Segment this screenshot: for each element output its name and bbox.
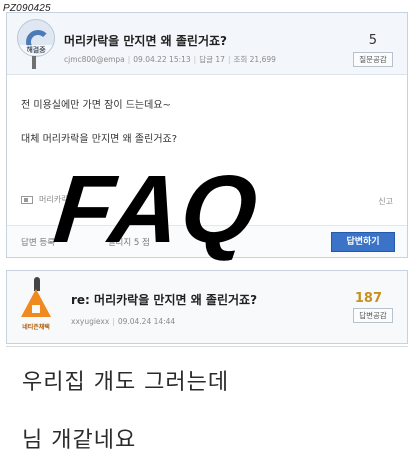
question-title[interactable]: 머리카락을 만지면 왜 졸린거죠?	[64, 32, 227, 49]
question-body-line: 전 미용실에만 가면 잠이 드는데요~	[21, 100, 171, 111]
answer-vote-count: 187	[354, 291, 382, 306]
answer-date: 09.04.24 14:44	[117, 317, 176, 326]
answer-body: 우리집 개도 그러는데 님 개같네요	[22, 370, 229, 474]
avatar-stand-icon	[32, 56, 36, 69]
badge-label: 네티즌채택	[22, 324, 50, 331]
question-views: 조회 21,699	[233, 55, 276, 64]
answer-meta: xxyugiexx | 09.04.24 14:44	[71, 317, 176, 326]
avatar[interactable]: 해결중	[17, 19, 55, 57]
question-body-line: 대체 머리카락을 만지면 왜 졸린거죠?	[21, 134, 178, 145]
netizen-pick-badge: 네티즌채택	[21, 277, 51, 339]
question-vote-count: 5	[368, 33, 377, 48]
faq-overlay-text: FAQ	[49, 156, 265, 263]
question-answer-count: 답글 17	[199, 55, 225, 64]
avatar-label: 해결중	[18, 45, 54, 55]
question-author[interactable]: cjmc800@empa	[64, 55, 125, 64]
question-date: 09.04.22 15:13	[133, 55, 191, 64]
question-header: 해결중 머리카락을 만지면 왜 졸린거죠? cjmc800@empa | 09.04…	[7, 13, 407, 75]
question-vote-button[interactable]: 질문공감	[353, 52, 393, 67]
footer-notice-head: 답변 등록	[21, 238, 55, 248]
divider	[6, 346, 408, 347]
question-meta: cjmc800@empa | 09.04.22 15:13 | 답글 17 | 조회 21,…	[64, 55, 276, 64]
answer-vote-button[interactable]: 답변공감	[353, 308, 393, 323]
answer-title[interactable]: re: 머리카락을 만지면 왜 졸린거죠?	[71, 291, 257, 308]
tag-icon	[21, 195, 33, 204]
answer-body-line: 님 개같네요	[22, 428, 137, 453]
write-answer-button[interactable]: 답변하기	[331, 232, 395, 252]
answer-card: 네티즌채택 re: 머리카락을 만지면 왜 졸린거죠? xxyugiexx | 09…	[6, 270, 408, 344]
answer-author[interactable]: xxyugiexx	[71, 317, 109, 326]
answer-body-line: 우리집 개도 그러는데	[22, 370, 230, 395]
report-link[interactable]: 신고	[378, 196, 393, 207]
